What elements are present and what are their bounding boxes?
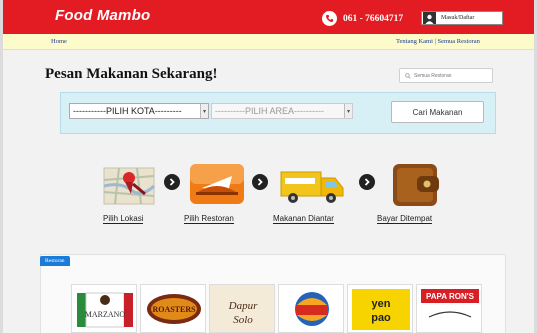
phone-number: 061 - 76604717: [343, 13, 404, 24]
nav-about-link[interactable]: Tentang Kami: [396, 38, 433, 45]
chevron-down-icon[interactable]: ▾: [200, 104, 208, 118]
step-choose-location: Pilih Lokasi: [99, 160, 159, 224]
nav-all-restaurants-link[interactable]: Semua Restoran: [437, 38, 479, 45]
nav-right-links: Tentang Kami | Semua Restoran: [396, 38, 480, 45]
nav-home-link[interactable]: Home: [51, 38, 67, 45]
nav-separator: |: [434, 38, 436, 45]
chevron-right-icon: [164, 174, 180, 190]
step-label: Makanan Diantar: [273, 214, 334, 224]
phone-icon: [322, 11, 337, 26]
restaurant-tray-icon: [188, 160, 246, 213]
svg-text:pao: pao: [371, 312, 391, 324]
city-select[interactable]: -----------PILIH KOTA--------- ▾: [69, 103, 209, 119]
area-select[interactable]: ----------PILIH AREA---------- ▾: [211, 103, 353, 119]
step-choose-restaurant: Pilih Restoran: [184, 160, 250, 224]
restaurant-logo-papa-rons[interactable]: PAPA RON'S: [416, 284, 482, 333]
login-label: Masuk/Daftar: [441, 15, 475, 21]
restaurant-search-box[interactable]: [399, 68, 493, 83]
page-title: Pesan Makanan Sekarang!: [45, 66, 218, 82]
header-bar: Food Mambo 061 - 76604717 Masuk/Daftar: [3, 0, 534, 34]
phone-contact: 061 - 76604717: [322, 11, 403, 26]
svg-text:Dapur: Dapur: [228, 300, 258, 312]
step-label: Pilih Lokasi: [103, 214, 144, 224]
step-label: Pilih Restoran: [184, 214, 234, 224]
svg-text:yen: yen: [372, 298, 391, 310]
restaurant-logo-dapur-solo[interactable]: Dapur Solo: [209, 284, 275, 333]
restaurant-logo-roasters[interactable]: ROASTERS: [140, 284, 206, 333]
restaurants-tab[interactable]: Restoran: [40, 256, 70, 266]
site-logo[interactable]: Food Mambo: [55, 7, 150, 24]
restaurant-logo-yen-pao[interactable]: yen pao: [347, 284, 413, 333]
chevron-right-icon: [359, 174, 375, 190]
user-icon: [423, 12, 436, 24]
restaurant-logo-marzano[interactable]: MARZANO: [71, 284, 137, 333]
svg-text:PAPA RON'S: PAPA RON'S: [426, 292, 475, 301]
restaurant-search-input[interactable]: [411, 72, 484, 79]
step-label: Bayar Ditempat: [377, 214, 433, 224]
chevron-right-icon: [252, 174, 268, 190]
wallet-icon: [387, 160, 443, 215]
city-select-value: -----------PILIH KOTA---------: [73, 106, 182, 116]
map-pin-icon: [101, 160, 157, 213]
nav-bar: Home Tentang Kami | Semua Restoran: [3, 34, 534, 50]
svg-text:MARZANO: MARZANO: [85, 310, 126, 319]
svg-text:Solo: Solo: [233, 314, 253, 326]
login-register-button[interactable]: Masuk/Daftar: [421, 11, 503, 25]
step-food-delivered: Makanan Diantar: [271, 160, 357, 224]
svg-text:ROASTERS: ROASTERS: [152, 305, 196, 314]
delivery-truck-icon: [279, 166, 347, 211]
step-pay-on-delivery: Bayar Ditempat: [375, 160, 455, 224]
find-food-button[interactable]: Cari Makanan: [391, 101, 484, 123]
chevron-down-icon[interactable]: ▾: [344, 104, 352, 118]
area-select-value: ----------PILIH AREA----------: [215, 106, 324, 116]
location-search-panel: -----------PILIH KOTA--------- ▾ -------…: [60, 92, 496, 134]
restaurant-logo-burger-king[interactable]: [278, 284, 344, 333]
browser-viewport: Food Mambo 061 - 76604717 Masuk/Daftar H…: [3, 0, 534, 333]
